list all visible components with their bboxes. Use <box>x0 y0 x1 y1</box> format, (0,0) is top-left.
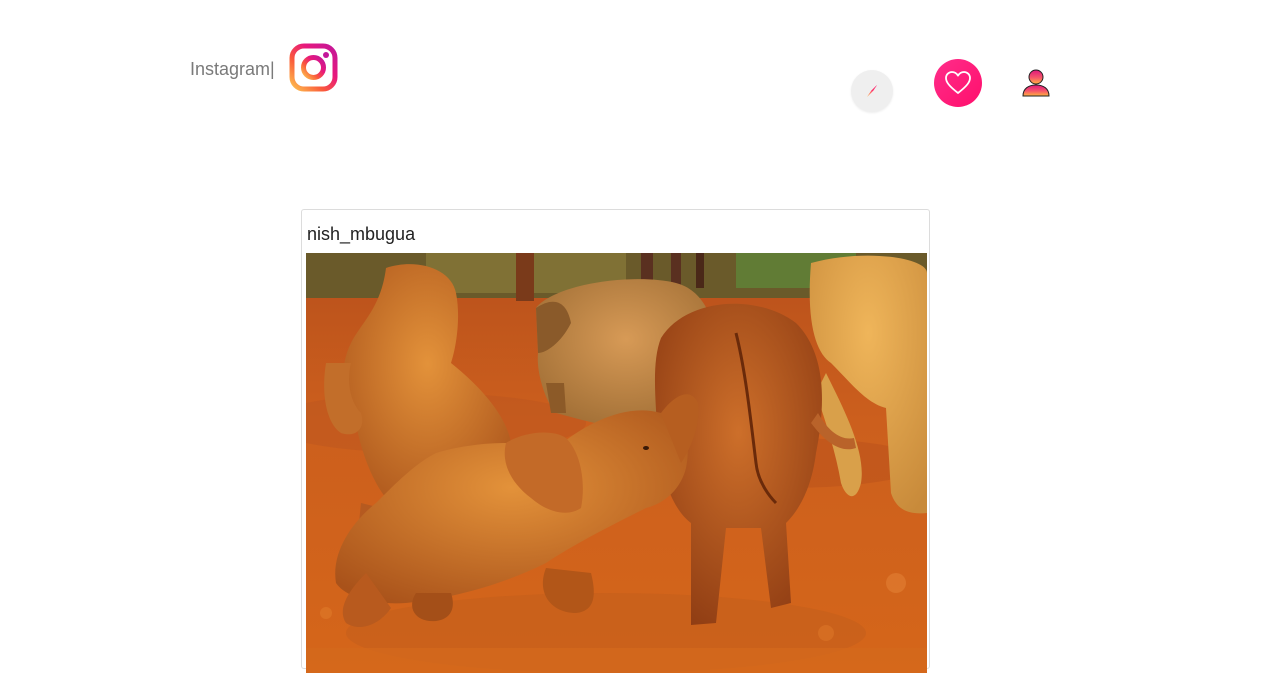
post-username[interactable]: nish_mbugua <box>307 223 415 245</box>
post-card: nish_mbugua <box>301 209 930 673</box>
heart-icon <box>945 71 971 94</box>
explore-button[interactable] <box>851 70 893 112</box>
compass-icon <box>867 85 877 97</box>
post-image[interactable] <box>306 253 927 673</box>
brand-link[interactable]: Instagram| <box>190 58 275 80</box>
likes-button[interactable] <box>934 59 982 107</box>
instagram-logo-icon[interactable] <box>289 43 338 92</box>
navbar: Instagram| <box>0 0 1265 140</box>
user-icon <box>1022 69 1050 97</box>
elephants-photo <box>306 253 927 673</box>
profile-button[interactable] <box>1020 68 1052 100</box>
